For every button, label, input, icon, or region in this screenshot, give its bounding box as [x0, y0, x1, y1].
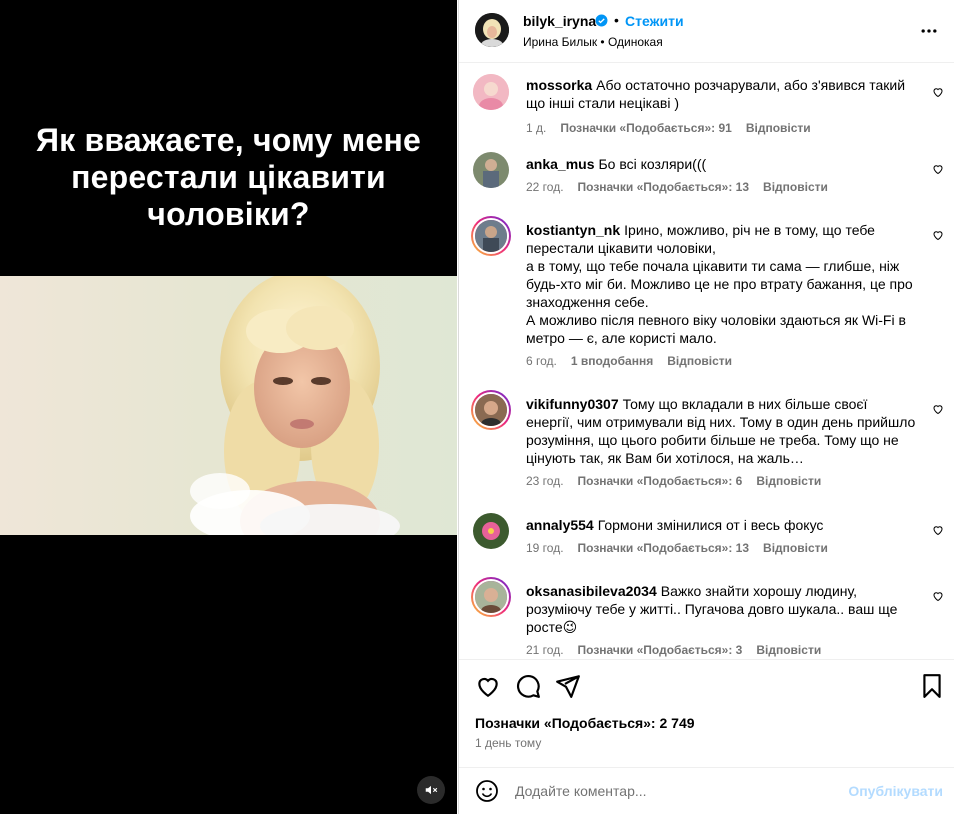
more-options-icon[interactable]: [919, 21, 939, 41]
heart-icon[interactable]: [932, 163, 944, 175]
comment-username[interactable]: kostiantyn_nk: [526, 222, 620, 238]
comment-username[interactable]: oksanasibileva2034: [526, 583, 657, 599]
reply-button[interactable]: Відповісти: [746, 121, 811, 135]
heart-icon[interactable]: [932, 86, 944, 98]
comment-text: anka_mus Бо всі козляри(((: [526, 155, 916, 173]
comment-likes[interactable]: Позначки «Подобається»: 3: [578, 643, 743, 657]
heart-icon[interactable]: [932, 403, 944, 415]
comment-time[interactable]: 19 год.: [526, 541, 564, 555]
avatar-image: [475, 394, 507, 426]
verified-icon: [595, 14, 608, 27]
avatar-image: [475, 581, 507, 613]
avatar-image: [473, 152, 509, 188]
avatar-image: [475, 220, 507, 252]
post-time[interactable]: 1 день тому: [475, 736, 541, 750]
heart-icon[interactable]: [932, 524, 944, 536]
reply-button[interactable]: Відповісти: [763, 541, 828, 555]
comment-likes[interactable]: Позначки «Подобається»: 13: [578, 541, 749, 555]
post-media[interactable]: Як вважаєте, чому мене перестали цікавит…: [0, 0, 457, 814]
comment-username[interactable]: vikifunny0307: [526, 396, 619, 412]
comment-text: annaly554 Гормони змінилися от і весь фок…: [526, 516, 916, 534]
comment-body: Гормони змінилися от і весь фокус: [597, 517, 824, 533]
comment-meta: 23 год. Позначки «Подобається»: 6 Відповіс…: [526, 474, 835, 488]
comment-meta: 6 год. 1 вподобання Відповісти: [526, 354, 746, 368]
profile-avatar[interactable]: [475, 13, 509, 47]
comment-icon[interactable]: [515, 673, 541, 699]
comment-time[interactable]: 21 год.: [526, 643, 564, 657]
comment-body-paragraph-3: А можливо після певного віку чоловіки зд…: [526, 312, 906, 346]
post-header: bilyk_iryna • Стежити Ирина Билык • Один…: [459, 0, 954, 63]
comment-body-paragraph-2: а в тому, що тебе почала цікавити ти сам…: [526, 258, 913, 310]
comment-meta: 21 год. Позначки «Подобається»: 3 Відповіс…: [526, 643, 835, 657]
comment-body: Бо всі козляри(((: [598, 156, 707, 172]
audio-subtitle[interactable]: Ирина Билык • Одинокая: [523, 35, 663, 49]
heart-icon[interactable]: [932, 590, 944, 602]
bookmark-icon[interactable]: [919, 673, 945, 699]
woman-portrait-image: [190, 276, 400, 535]
reply-button[interactable]: Відповісти: [763, 180, 828, 194]
reply-button[interactable]: Відповісти: [756, 643, 821, 657]
commenter-avatar[interactable]: [473, 152, 509, 188]
commenter-avatar[interactable]: [471, 577, 511, 617]
commenter-avatar[interactable]: [471, 216, 511, 256]
caption-line-1: Як вважаєте, чому мене: [35, 122, 422, 158]
emoji-icon[interactable]: [475, 779, 499, 803]
post-actions: [459, 661, 954, 715]
post-side-panel: bilyk_iryna • Стежити Ирина Билык • Один…: [458, 0, 954, 814]
commenter-avatar[interactable]: [471, 390, 511, 430]
avatar-image: [473, 74, 509, 110]
comment-meta: 19 год. Позначки «Подобається»: 13 Відпові…: [526, 541, 842, 555]
media-photo: [0, 276, 457, 535]
comment-username[interactable]: anka_mus: [526, 156, 594, 172]
comment-text: vikifunny0307 Тому що вкладали в них біль…: [526, 395, 916, 467]
comment-time[interactable]: 22 год.: [526, 180, 564, 194]
mute-icon: [425, 785, 438, 795]
comment-input[interactable]: [515, 780, 835, 802]
separator-dot: •: [614, 12, 619, 28]
share-icon[interactable]: [555, 673, 581, 699]
comment-meta: 22 год. Позначки «Подобається»: 13 Відпові…: [526, 180, 842, 194]
avatar-image: [473, 513, 509, 549]
add-comment-bar: Опублікувати: [459, 767, 954, 814]
avatar-image: [475, 13, 509, 47]
comments-list[interactable]: mossorka Або остаточно розчарували, або з…: [459, 64, 954, 660]
comment-meta: 1 д. Позначки «Подобається»: 91 Відповісти: [526, 121, 825, 135]
comment-likes[interactable]: Позначки «Подобається»: 13: [578, 180, 749, 194]
comment-time[interactable]: 6 год.: [526, 354, 557, 368]
profile-username[interactable]: bilyk_iryna: [523, 13, 596, 29]
comment-text: kostiantyn_nk Ірино, можливо, річ не в то…: [526, 221, 916, 347]
publish-button[interactable]: Опублікувати: [848, 783, 943, 799]
comment-text: oksanasibileva2034 Важко знайти хорошу лю…: [526, 582, 916, 636]
caption-line-3: чоловіки?: [147, 196, 310, 232]
comment-text: mossorka Або остаточно розчарували, або з…: [526, 76, 916, 112]
comment-time[interactable]: 1 д.: [526, 121, 546, 135]
comment-time[interactable]: 23 год.: [526, 474, 564, 488]
comment-likes[interactable]: 1 вподобання: [571, 354, 653, 368]
media-caption: Як вважаєте, чому мене перестали цікавит…: [0, 122, 457, 233]
mute-button[interactable]: [417, 776, 445, 804]
caption-line-2: перестали цікавити: [71, 159, 386, 195]
comment-username[interactable]: annaly554: [526, 517, 594, 533]
commenter-avatar[interactable]: [473, 513, 509, 549]
comment-username[interactable]: mossorka: [526, 77, 592, 93]
reply-button[interactable]: Відповісти: [756, 474, 821, 488]
commenter-avatar[interactable]: [473, 74, 509, 110]
likes-count[interactable]: Позначки «Подобається»: 2 749: [475, 715, 695, 731]
reply-button[interactable]: Відповісти: [667, 354, 732, 368]
follow-button[interactable]: Стежити: [625, 13, 684, 29]
heart-icon[interactable]: [932, 229, 944, 241]
comment-likes[interactable]: Позначки «Подобається»: 91: [560, 121, 731, 135]
like-heart-icon[interactable]: [475, 673, 501, 699]
comment-likes[interactable]: Позначки «Подобається»: 6: [578, 474, 743, 488]
